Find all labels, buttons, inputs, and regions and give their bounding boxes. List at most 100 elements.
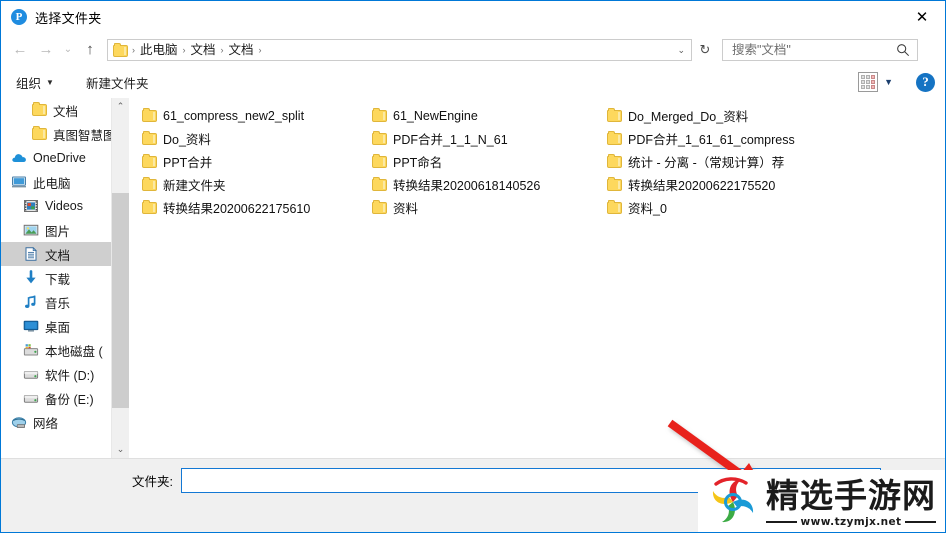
breadcrumb-item-1[interactable]: 文档	[188, 40, 219, 60]
address-bar[interactable]: › 此电脑 › 文档 › 文档 › ⌄	[107, 38, 692, 61]
sidebar-item-7[interactable]: 下载	[1, 266, 111, 290]
watermark-title: 精选手游网	[766, 475, 936, 515]
breadcrumb-separator: ›	[258, 44, 262, 55]
breadcrumb-separator: ›	[182, 44, 186, 55]
file-item[interactable]: PPT命名	[369, 150, 599, 173]
scroll-up-button[interactable]: ⌃	[112, 98, 129, 115]
file-item-label: PPT合并	[163, 156, 213, 170]
view-layout-icon[interactable]	[858, 72, 879, 92]
close-button[interactable]: ✕	[899, 1, 945, 32]
drive-icon	[23, 390, 39, 406]
content-area: 文档 真图智慧图 OneDrive 此电脑 Videos 图片 文档 下载 音乐 桌面 本地磁盘 (…	[1, 98, 945, 458]
drive-icon	[23, 366, 39, 382]
sidebar-item-label: 备份 (E:)	[45, 392, 94, 407]
folder-icon	[606, 199, 622, 216]
back-icon[interactable]: ←	[7, 37, 33, 63]
sidebar-item-label: 桌面	[45, 320, 71, 335]
search-input[interactable]	[730, 41, 899, 58]
sidebar-item-4[interactable]: Videos	[1, 194, 111, 218]
music-icon	[23, 294, 39, 310]
folder-icon	[141, 199, 157, 216]
scrollbar-thumb[interactable]	[112, 193, 129, 408]
breadcrumb-separator: ›	[132, 44, 135, 55]
breadcrumb-item-0[interactable]: 此电脑	[137, 40, 181, 60]
sidebar-item-6[interactable]: 文档	[1, 242, 111, 266]
chevron-down-icon[interactable]: ⌄	[677, 45, 685, 56]
title-bar: P 选择文件夹 ✕	[1, 1, 945, 33]
file-column-0: 61_compress_new2_split Do_资料 PPT合并新建文件夹 转换结…	[139, 104, 369, 219]
folder-icon	[371, 176, 387, 193]
sidebar-item-1[interactable]: 真图智慧图	[1, 122, 111, 146]
sidebar-item-label: 软件 (D:)	[45, 368, 95, 383]
new-folder-button[interactable]: 新建文件夹	[79, 70, 156, 95]
file-item[interactable]: 资料	[369, 196, 599, 219]
file-item-label: PDF合并_1_1_N_61	[393, 133, 508, 147]
file-item[interactable]: 统计 - 分离 -（常规计算）荐	[604, 150, 834, 173]
sidebar-item-3[interactable]: 此电脑	[1, 170, 111, 194]
help-button[interactable]: ?	[916, 72, 935, 92]
file-item[interactable]: 转换结果20200622175520	[604, 173, 834, 196]
refresh-icon[interactable]: ↻	[694, 39, 716, 61]
file-item-label: PPT命名	[393, 156, 443, 170]
file-item-label: 61_compress_new2_split	[163, 108, 305, 123]
toolbar-right-group: ▼ ?	[858, 66, 939, 98]
sidebar-item-2[interactable]: OneDrive	[1, 146, 111, 170]
breadcrumb-item-2[interactable]: 文档	[226, 40, 257, 60]
sidebar-item-13[interactable]: 网络	[1, 410, 111, 434]
sidebar-item-0[interactable]: 文档	[1, 98, 111, 122]
chevron-down-icon: ▼	[46, 77, 54, 87]
sidebar-item-5[interactable]: 图片	[1, 218, 111, 242]
up-icon[interactable]: ↑	[77, 37, 103, 63]
file-item-label: 统计 - 分离 -（常规计算）荐	[628, 156, 785, 170]
folder-icon	[371, 130, 387, 147]
file-item[interactable]: Do_Merged_Do_资料	[604, 104, 834, 127]
sidebar-item-10[interactable]: 本地磁盘 (	[1, 338, 111, 362]
divider-right	[905, 520, 937, 523]
file-item[interactable]: PDF合并_1_61_61_compress	[604, 127, 834, 150]
file-item[interactable]: 资料_0	[604, 196, 834, 219]
file-item[interactable]: 61_NewEngine	[369, 104, 599, 127]
file-item-label: 资料_0	[628, 202, 667, 216]
downloads-icon	[23, 270, 39, 286]
folder-icon	[113, 43, 128, 57]
desktop-icon	[23, 318, 39, 334]
sidebar-item-label: 音乐	[45, 296, 71, 311]
network-icon	[11, 414, 27, 430]
navigation-pane: 文档 真图智慧图 OneDrive 此电脑 Videos 图片 文档 下载 音乐 桌面 本地磁盘 (…	[1, 98, 111, 458]
search-icon	[897, 43, 910, 56]
sidebar-item-9[interactable]: 桌面	[1, 314, 111, 338]
folder-icon	[606, 153, 622, 170]
recent-locations-icon[interactable]: ⌄	[59, 37, 77, 63]
file-item[interactable]: PDF合并_1_1_N_61	[369, 127, 599, 150]
file-item[interactable]: Do_资料	[139, 127, 369, 150]
documents-icon	[23, 246, 39, 262]
sidebar-item-label: 此电脑	[33, 176, 71, 191]
organize-button[interactable]: 组织 ▼	[9, 70, 61, 95]
system-drive-icon	[23, 342, 39, 358]
app-icon: P	[11, 9, 27, 25]
sidebar-item-11[interactable]: 软件 (D:)	[1, 362, 111, 386]
scroll-down-button[interactable]: ⌄	[112, 441, 129, 458]
file-item[interactable]: 新建文件夹	[139, 173, 369, 196]
sidebar-scrollbar[interactable]: ⌃ ⌄	[111, 98, 129, 458]
file-item[interactable]: 转换结果20200618140526	[369, 173, 599, 196]
file-item[interactable]: 转换结果20200622175610	[139, 196, 369, 219]
folder-icon	[606, 176, 622, 193]
file-list[interactable]: 61_compress_new2_split Do_资料 PPT合并 新建文件夹 转换结…	[129, 98, 945, 458]
file-item-label: 转换结果20200618140526	[393, 179, 541, 193]
file-item[interactable]: 61_compress_new2_split	[139, 104, 369, 127]
folder-icon	[371, 199, 387, 216]
file-item[interactable]: PPT合并	[139, 150, 369, 173]
sidebar-item-label: 文档	[45, 248, 71, 263]
sidebar-item-8[interactable]: 音乐	[1, 290, 111, 314]
search-box[interactable]	[722, 38, 918, 61]
sidebar-item-12[interactable]: 备份 (E:)	[1, 386, 111, 410]
sidebar-item-label: 下载	[45, 272, 71, 287]
new-folder-label: 新建文件夹	[85, 76, 149, 91]
forward-icon[interactable]: →	[33, 37, 59, 63]
sidebar-item-label: 文档	[53, 104, 79, 119]
file-item-label: 资料	[393, 202, 419, 216]
file-item-label: PDF合并_1_61_61_compress	[628, 133, 795, 147]
sidebar-item-label: 网络	[33, 416, 59, 431]
chevron-down-icon[interactable]: ▼	[881, 77, 899, 87]
